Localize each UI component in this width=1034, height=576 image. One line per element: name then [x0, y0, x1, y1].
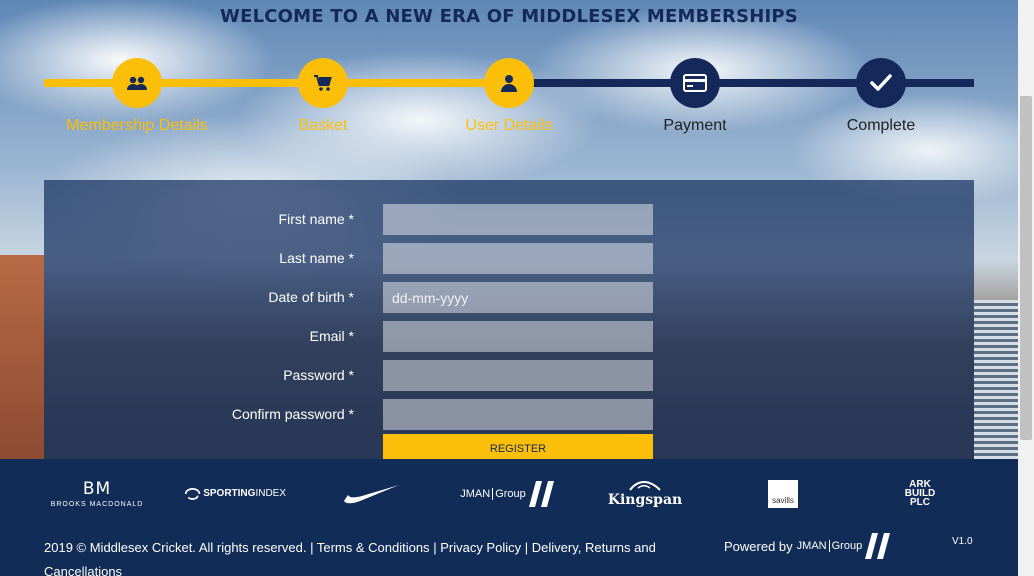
password-label: Password *	[283, 367, 354, 383]
cart-icon	[298, 58, 348, 108]
step-user-details[interactable]: User Details	[416, 58, 602, 135]
step-complete[interactable]: Complete	[788, 58, 974, 135]
separator: |	[524, 540, 529, 555]
page-title: WELCOME TO A NEW ERA OF MIDDLESEX MEMBER…	[220, 6, 798, 27]
password-input[interactable]	[383, 360, 653, 391]
dob-input[interactable]	[383, 282, 653, 313]
sporting-index-a: SPORTING	[203, 488, 256, 499]
step-label: User Details	[465, 117, 553, 134]
first-name-label: First name *	[278, 211, 354, 227]
version-label: V1.0	[952, 536, 973, 547]
scrollbar-thumb[interactable]	[1020, 96, 1032, 440]
step-label: Payment	[663, 117, 727, 134]
sponsor-brooks-macdonald[interactable]: BM BROOKS MACDONALD	[44, 459, 150, 528]
page-scrollbar[interactable]	[1018, 0, 1034, 576]
progress-steps: Membership Details Basket User Details P…	[44, 58, 974, 148]
step-payment[interactable]: Payment	[602, 58, 788, 135]
dob-row: Date of birth *	[44, 282, 974, 313]
email-row: Email *	[44, 321, 974, 352]
email-label: Email *	[309, 328, 354, 344]
last-name-input[interactable]	[383, 243, 653, 274]
ark-line-3: PLC	[910, 497, 930, 508]
last-name-row: Last name *	[44, 243, 974, 274]
terms-link[interactable]: Terms & Conditions	[317, 540, 430, 555]
sponsor-sporting-index[interactable]: SPORTING INDEX	[184, 459, 286, 528]
users-icon	[112, 58, 162, 108]
dob-label: Date of birth *	[268, 289, 354, 305]
user-icon	[484, 58, 534, 108]
register-button[interactable]: REGISTER	[383, 434, 653, 460]
sporting-index-b: INDEX	[255, 488, 286, 499]
step-label: Membership Details	[66, 117, 208, 134]
separator: |	[433, 540, 437, 555]
first-name-row: First name *	[44, 204, 974, 235]
brooks-macdonald-mark: BM	[82, 479, 112, 499]
step-label: Complete	[846, 117, 916, 134]
sponsor-ark-build[interactable]: ARK BUILD PLC	[896, 459, 944, 528]
step-membership-details[interactable]: Membership Details	[44, 58, 230, 135]
pavilion-wall	[0, 255, 44, 460]
sponsor-nike[interactable]	[340, 459, 402, 528]
confirm-password-input[interactable]	[383, 399, 653, 430]
powered-group: Group	[831, 540, 863, 552]
site-footer: 2019 © Middlesex Cricket. All rights res…	[0, 528, 1018, 576]
sponsor-jman-group[interactable]: JMAN Group	[456, 459, 560, 528]
kingspan-horse-icon	[629, 480, 661, 491]
kingspan-name: Kingspan	[607, 491, 683, 508]
footer-links: 2019 © Middlesex Cricket. All rights res…	[44, 536, 664, 576]
step-basket[interactable]: Basket	[230, 58, 416, 135]
savills-name: savills	[772, 495, 794, 505]
jman-slashes-icon	[865, 533, 891, 559]
sponsor-kingspan[interactable]: Kingspan	[608, 459, 682, 528]
confirm-password-row: Confirm password *	[44, 399, 974, 430]
sponsor-savills[interactable]: savills	[768, 459, 798, 528]
jman-a: JMAN	[460, 487, 491, 500]
brooks-macdonald-name: BROOKS MACDONALD	[50, 501, 144, 508]
credit-card-icon	[670, 58, 720, 108]
checkmark-icon	[856, 58, 906, 108]
sporting-index-swirl-icon	[184, 487, 201, 500]
first-name-input[interactable]	[383, 204, 653, 235]
savills-logo-box: savills	[768, 479, 798, 508]
email-input[interactable]	[383, 321, 653, 352]
jman-slashes-icon	[528, 480, 554, 507]
privacy-policy-link[interactable]: Privacy Policy	[440, 540, 521, 555]
step-label: Basket	[298, 117, 348, 134]
last-name-label: Last name *	[279, 250, 354, 266]
jman-b: Group	[495, 487, 526, 500]
powered-divider	[828, 540, 830, 552]
powered-by[interactable]: Powered by JMAN Group	[724, 532, 892, 560]
password-row: Password *	[44, 360, 974, 391]
nike-swoosh-icon	[344, 484, 399, 503]
copyright-text: 2019 © Middlesex Cricket. All rights res…	[44, 540, 314, 555]
jman-divider	[492, 487, 494, 500]
sponsor-bar: BM BROOKS MACDONALD SPORTING INDEX JMAN …	[0, 459, 1018, 528]
confirm-password-label: Confirm password *	[231, 406, 354, 422]
powered-by-text: Powered by	[724, 538, 793, 554]
registration-form: First name * Last name * Date of birth *…	[44, 180, 974, 460]
crowd-stand	[974, 300, 1018, 460]
powered-jman: JMAN	[796, 540, 827, 552]
